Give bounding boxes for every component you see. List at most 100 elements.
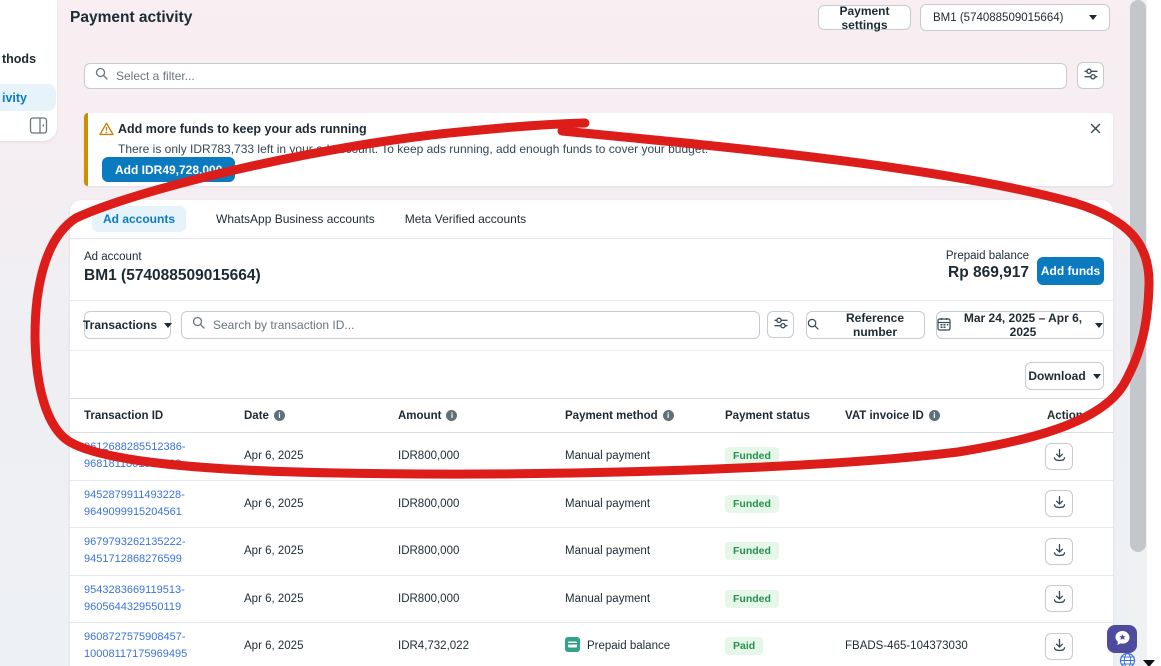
table-body: 9612688285512386-9681811801933368Apr 6, … (70, 433, 1113, 666)
table-row: 9679793262135222-9451712868276599Apr 6, … (70, 528, 1113, 576)
payment-status-cell: Funded (725, 542, 845, 560)
info-icon[interactable]: i (929, 410, 940, 421)
search-icon (807, 318, 819, 333)
transaction-id-link[interactable]: 9608727575908457-10008117175969495 (84, 629, 244, 663)
table-row: 9543283669119513-9605644329550119Apr 6, … (70, 576, 1113, 624)
download-button[interactable]: Download (1025, 362, 1104, 390)
info-icon[interactable]: i (274, 410, 285, 421)
close-alert-button[interactable] (1090, 122, 1101, 137)
sidebar-item-payment-activity[interactable]: ivity (0, 84, 56, 111)
account-summary-row: Ad account BM1 (574088509015664) Prepaid… (70, 240, 1113, 301)
status-badge-funded: Funded (725, 590, 779, 608)
status-badge-funded: Funded (725, 542, 779, 560)
download-invoice-button[interactable] (1045, 490, 1073, 517)
payment-activity-screen: thods ivity Payment activity Payment set… (0, 0, 1161, 666)
collapse-sidebar-button[interactable] (27, 116, 49, 138)
column-header-transaction-id: Transaction ID (84, 410, 244, 422)
tab-whatsapp-business-accounts[interactable]: WhatsApp Business accounts (216, 206, 375, 232)
transaction-id-link[interactable]: 9452879911493228-9649099915204561 (84, 487, 244, 521)
globe-icon[interactable] (1119, 652, 1136, 666)
close-icon (1090, 122, 1101, 137)
search-icon (95, 67, 108, 85)
download-invoice-button[interactable] (1045, 443, 1073, 470)
payment-status-cell: Funded (725, 447, 845, 465)
download-icon (1053, 638, 1066, 655)
sidebar-item-payment-methods[interactable]: thods (2, 52, 36, 66)
chat-support-widget[interactable] (1107, 625, 1137, 653)
overlay-tray (1119, 652, 1155, 666)
action-cell (1035, 490, 1113, 517)
column-header-amount: Amounti (398, 410, 565, 422)
scrollbar-thumb[interactable] (1130, 0, 1146, 552)
payment-method: Manual payment (565, 545, 725, 557)
action-cell (1035, 585, 1113, 612)
transaction-amount: IDR800,000 (398, 545, 565, 557)
transaction-date: Apr 6, 2025 (244, 545, 398, 557)
transaction-amount: IDR800,000 (398, 593, 565, 605)
filter-search-bar[interactable] (84, 63, 1067, 89)
calendar-icon (937, 317, 951, 334)
action-cell (1035, 633, 1113, 660)
transaction-amount: IDR800,000 (398, 498, 565, 510)
business-selector-value: BM1 (574088509015664) (933, 12, 1089, 24)
tab-meta-verified-accounts[interactable]: Meta Verified accounts (405, 206, 526, 232)
transaction-id-link[interactable]: 9612688285512386-9681811801933368 (84, 439, 244, 473)
chevron-down-icon (1093, 374, 1101, 379)
page-title: Payment activity (70, 9, 192, 27)
prepaid-balance-label: Prepaid balance (946, 250, 1029, 262)
reference-number-button[interactable]: Reference number (806, 311, 925, 339)
download-icon (1053, 448, 1066, 465)
transaction-amount: IDR800,000 (398, 450, 565, 462)
payment-method: Manual payment (565, 450, 725, 462)
transaction-date: Apr 6, 2025 (244, 593, 398, 605)
chevron-down-icon (164, 323, 172, 328)
transaction-type-dropdown[interactable]: Transactions (84, 311, 171, 339)
transaction-search-bar[interactable] (181, 311, 760, 339)
window-right-margin (1147, 0, 1161, 666)
tab-ad-accounts[interactable]: Ad accounts (92, 206, 186, 232)
transaction-id-link[interactable]: 9543283669119513-9605644329550119 (84, 582, 244, 616)
transaction-search-input[interactable] (213, 318, 749, 332)
column-header-vat-invoice-id: VAT invoice IDi (845, 410, 1035, 422)
prepaid-balance-card-icon (565, 637, 580, 655)
table-header: Transaction IDDateiAmountiPayment method… (70, 398, 1113, 433)
add-funds-button[interactable]: Add funds (1037, 257, 1104, 285)
add-funds-cta-button[interactable]: Add IDR49,728,000 (102, 157, 235, 182)
business-selector-dropdown[interactable]: BM1 (574088509015664) (920, 4, 1110, 31)
transaction-amount: IDR4,732,022 (398, 640, 565, 652)
transaction-date: Apr 6, 2025 (244, 450, 398, 462)
column-header-payment-method: Payment methodi (565, 410, 725, 422)
table-adjust-button[interactable] (767, 311, 794, 338)
payment-settings-button[interactable]: Payment settings (818, 5, 911, 30)
alert-title: Add more funds to keep your ads running (118, 122, 367, 136)
payment-method: Manual payment (565, 593, 725, 605)
table-row: 9452879911493228-9649099915204561Apr 6, … (70, 481, 1113, 529)
prepaid-balance-value: Rp 869,917 (946, 264, 1029, 282)
action-cell (1035, 443, 1113, 470)
divider (70, 350, 1113, 351)
download-invoice-button[interactable] (1045, 585, 1073, 612)
date-range-picker[interactable]: Mar 24, 2025 – Apr 6, 2025 (936, 311, 1104, 339)
search-icon (192, 316, 205, 334)
prepaid-balance: Prepaid balance Rp 869,917 (946, 250, 1029, 282)
download-icon (1053, 543, 1066, 560)
vat-invoice-id: FBADS-465-104373030 (845, 640, 1035, 652)
info-icon[interactable]: i (446, 410, 457, 421)
column-header-payment-status: Payment status (725, 410, 845, 422)
status-badge-paid: Paid (725, 637, 763, 655)
chevron-down-icon[interactable] (1143, 660, 1155, 666)
filter-search-input[interactable] (116, 69, 1056, 83)
chevron-down-icon (1095, 323, 1103, 328)
info-icon[interactable]: i (663, 410, 674, 421)
download-icon (1053, 495, 1066, 512)
download-invoice-button[interactable] (1045, 633, 1073, 660)
column-header-action: Action (1035, 410, 1113, 422)
filter-adjust-button[interactable] (1077, 62, 1104, 89)
account-name: BM1 (574088509015664) (84, 267, 261, 285)
download-invoice-button[interactable] (1045, 538, 1073, 565)
transaction-id-link[interactable]: 9679793262135222-9451712868276599 (84, 534, 244, 568)
sliders-icon (1084, 67, 1098, 84)
status-badge-funded: Funded (725, 495, 779, 513)
payment-activity-card: Ad accounts WhatsApp Business accounts Met… (70, 200, 1113, 666)
action-cell (1035, 538, 1113, 565)
